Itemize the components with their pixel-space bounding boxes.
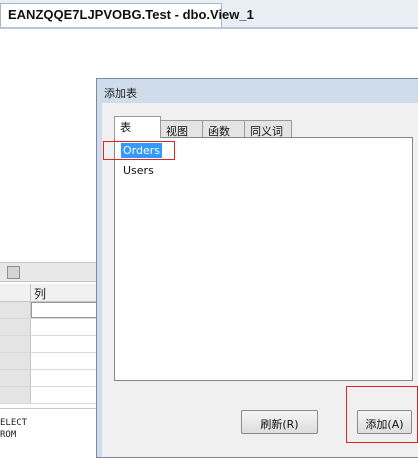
table-row[interactable]	[0, 336, 100, 353]
row-header[interactable]	[0, 387, 31, 403]
table-row[interactable]	[0, 387, 100, 404]
table-row[interactable]	[0, 302, 100, 319]
row-header[interactable]	[0, 302, 31, 318]
highlight-box-orders	[103, 141, 175, 160]
grid-toggle-icon[interactable]	[7, 266, 20, 279]
grid-cell[interactable]	[31, 302, 100, 318]
list-item-users[interactable]: Users	[121, 163, 156, 178]
tab-tables[interactable]: 表	[114, 116, 161, 138]
table-list[interactable]: Orders Users	[114, 137, 413, 381]
header-separator	[30, 284, 31, 301]
dialog-title: 添加表	[104, 87, 137, 100]
document-tab[interactable]: EANZQQE7LJPVOBG.Test - dbo.View_1	[0, 3, 254, 27]
sql-line: ELECT	[0, 418, 28, 428]
table-row[interactable]	[0, 353, 100, 370]
document-tabstrip: EANZQQE7LJPVOBG.Test - dbo.View_1	[0, 0, 418, 29]
grid-cell[interactable]	[31, 387, 100, 403]
table-row[interactable]	[0, 370, 100, 387]
grid-cell[interactable]	[31, 336, 100, 352]
row-header[interactable]	[0, 336, 31, 352]
row-header[interactable]	[0, 370, 31, 386]
grid-cell[interactable]	[31, 353, 100, 369]
refresh-button[interactable]: 刷新(R)	[241, 410, 318, 434]
column-header-label: 列	[34, 287, 47, 301]
row-header[interactable]	[0, 319, 31, 335]
criteria-grid-header: 列	[0, 284, 100, 302]
grid-cell[interactable]	[31, 370, 100, 386]
tab-functions[interactable]: 函数	[202, 120, 245, 138]
highlight-box-add	[346, 386, 418, 443]
grid-toolbar	[0, 262, 100, 282]
sql-pane[interactable]: ELECT ROM	[0, 408, 100, 444]
tab-views[interactable]: 视图	[160, 120, 203, 138]
table-row[interactable]	[0, 319, 100, 336]
row-header[interactable]	[0, 353, 31, 369]
tab-synonyms[interactable]: 同义词	[244, 120, 292, 138]
grid-cell[interactable]	[31, 319, 100, 335]
sql-line: ROM	[0, 430, 17, 440]
